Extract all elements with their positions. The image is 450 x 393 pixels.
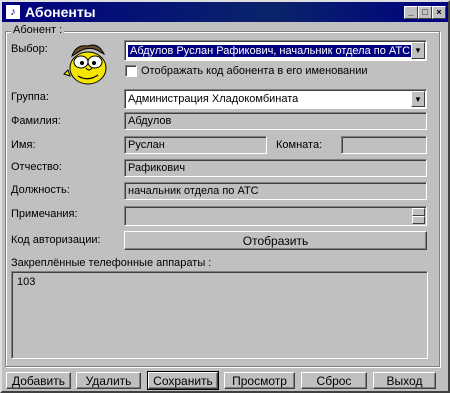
notes-scroll[interactable] bbox=[412, 208, 425, 224]
minimize-button[interactable]: _ bbox=[404, 6, 418, 19]
group-label: Группа: bbox=[11, 91, 49, 103]
room-label: Комната: bbox=[276, 139, 323, 151]
chevron-down-icon[interactable]: ▼ bbox=[411, 42, 425, 59]
patronymic-label: Отчество: bbox=[11, 161, 62, 173]
surname-label: Фамилия: bbox=[11, 115, 61, 127]
maximize-button[interactable]: □ bbox=[418, 6, 432, 19]
window-title: Абоненты bbox=[25, 4, 96, 20]
choice-label: Выбор: bbox=[11, 43, 48, 55]
subscriber-select-value: Абдулов Руслан Рафикович, начальник отде… bbox=[128, 44, 413, 57]
chevron-down-icon[interactable]: ▼ bbox=[411, 91, 425, 107]
notes-field[interactable] bbox=[124, 206, 427, 226]
delete-button[interactable]: Удалить bbox=[76, 372, 141, 389]
group-select-value: Администрация Хладокомбината bbox=[128, 93, 299, 105]
auth-code-label: Код авторизации: bbox=[11, 234, 101, 246]
show-auth-code-button[interactable]: Отобразить bbox=[124, 231, 427, 250]
note-icon: ♪ bbox=[6, 5, 20, 19]
phones-memo[interactable]: 103 bbox=[11, 271, 428, 359]
phones-label: Закреплённые телефонные аппараты : bbox=[11, 257, 212, 269]
title-bar[interactable]: ♪ Абоненты bbox=[2, 2, 448, 22]
show-code-checkbox[interactable] bbox=[125, 65, 137, 77]
view-button[interactable]: Просмотр bbox=[224, 372, 295, 389]
reset-button[interactable]: Сброс bbox=[301, 372, 367, 389]
room-field[interactable] bbox=[341, 136, 427, 154]
groupbox-label: Абонент : bbox=[11, 24, 65, 36]
notes-label: Примечания: bbox=[11, 208, 78, 220]
name-label: Имя: bbox=[11, 139, 36, 151]
position-label: Должность: bbox=[11, 184, 70, 196]
close-button[interactable]: × bbox=[432, 6, 446, 19]
add-button[interactable]: Добавить bbox=[6, 372, 71, 389]
patronymic-field[interactable]: Рафикович bbox=[124, 159, 427, 177]
name-field[interactable]: Руслан bbox=[124, 136, 267, 154]
subscriber-select[interactable]: Абдулов Руслан Рафикович, начальник отде… bbox=[124, 40, 427, 61]
cartoon-avatar-icon bbox=[63, 44, 107, 85]
surname-field[interactable]: Абдулов bbox=[124, 112, 427, 130]
show-code-checkbox-label: Отображать код абонента в его именовании bbox=[141, 65, 368, 77]
position-field[interactable]: начальник отдела по АТС bbox=[124, 182, 427, 200]
exit-button[interactable]: Выход bbox=[373, 372, 436, 389]
save-button[interactable]: Сохранить bbox=[147, 371, 219, 390]
group-select[interactable]: Администрация Хладокомбината ▼ bbox=[124, 89, 427, 109]
